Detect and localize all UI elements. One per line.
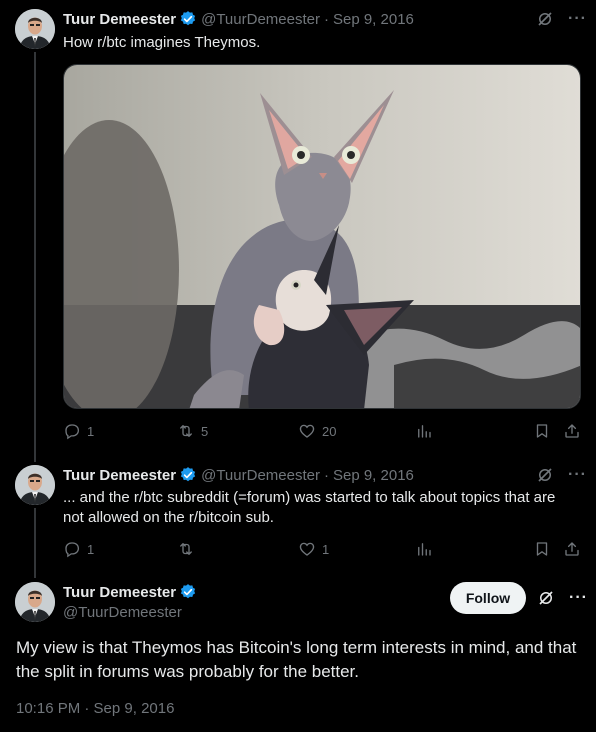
bookmark-button[interactable] xyxy=(533,422,551,440)
tweet-text: How r/btc imagines Theymos. xyxy=(63,34,261,51)
share-icon xyxy=(565,424,579,438)
reply-icon xyxy=(65,542,80,558)
share-icon xyxy=(565,542,579,556)
tweet-text-line: ... and the r/btc subreddit (=forum) was… xyxy=(63,489,556,506)
tweet-text-line: not allowed on the r/bitcoin sub. xyxy=(63,509,274,526)
verified-badge-icon xyxy=(180,467,196,482)
author-handle[interactable]: @TuurDemeester xyxy=(201,467,320,484)
bookmark-icon xyxy=(536,424,548,438)
avatar[interactable] xyxy=(15,582,55,622)
reply-button[interactable]: 1 xyxy=(63,540,94,558)
grok-icon[interactable] xyxy=(537,589,555,607)
like-icon xyxy=(299,542,315,556)
tweet-date[interactable]: Sep 9, 2016 xyxy=(333,467,414,484)
repost-count: 5 xyxy=(201,423,209,439)
like-icon xyxy=(299,424,315,438)
author-handle[interactable]: @TuurDemeester xyxy=(63,604,182,621)
author-name[interactable]: Tuur Demeester xyxy=(63,11,176,28)
author-handle[interactable]: @TuurDemeester xyxy=(201,11,320,28)
separator: · xyxy=(323,10,329,28)
tweet-actions: 1 1 xyxy=(63,540,581,560)
tweet-actions: 1 5 20 xyxy=(63,422,581,442)
reply-count: 1 xyxy=(87,423,95,439)
like-button[interactable]: 20 xyxy=(298,422,336,440)
share-button[interactable] xyxy=(563,540,581,558)
thread-line xyxy=(34,508,36,578)
grok-icon[interactable] xyxy=(536,10,554,28)
avatar[interactable] xyxy=(15,465,55,505)
follow-button[interactable]: Follow xyxy=(450,582,526,614)
author-name[interactable]: Tuur Demeester xyxy=(63,467,176,484)
avatar[interactable] xyxy=(15,9,55,49)
more-icon[interactable]: ··· xyxy=(569,590,588,606)
repost-button[interactable] xyxy=(177,540,201,558)
main-tweet-text: My view is that Theymos has Bitcoin's lo… xyxy=(16,638,577,681)
author-name[interactable]: Tuur Demeester xyxy=(63,584,176,601)
separator: · xyxy=(323,466,329,484)
like-button[interactable]: 1 xyxy=(298,540,329,558)
repost-icon xyxy=(180,543,192,555)
bookmark-icon xyxy=(536,542,548,556)
tweet-text: ... and the r/btc subreddit (=forum) was… xyxy=(63,488,583,528)
more-icon[interactable]: ··· xyxy=(568,467,587,483)
reply-count: 1 xyxy=(87,541,95,557)
repost-button[interactable]: 5 xyxy=(177,422,208,440)
verified-badge-icon xyxy=(180,584,196,599)
verified-badge-icon xyxy=(180,11,196,26)
share-button[interactable] xyxy=(563,422,581,440)
tweet-date[interactable]: Sep 9, 2016 xyxy=(333,11,414,28)
thread-line xyxy=(34,52,36,462)
views-button[interactable] xyxy=(415,540,433,558)
views-button[interactable] xyxy=(415,422,433,440)
more-icon[interactable]: ··· xyxy=(568,11,587,27)
views-icon xyxy=(418,543,431,556)
bookmark-button[interactable] xyxy=(533,540,551,558)
repost-icon xyxy=(180,425,192,437)
like-count: 1 xyxy=(322,541,330,557)
main-tweet-timestamp[interactable]: 10:16 PM · Sep 9, 2016 xyxy=(16,700,174,717)
grok-icon[interactable] xyxy=(536,466,554,484)
tweet-photo[interactable] xyxy=(63,64,581,409)
like-count: 20 xyxy=(322,423,337,439)
views-icon xyxy=(418,425,431,438)
reply-button[interactable]: 1 xyxy=(63,422,94,440)
reply-icon xyxy=(65,424,80,440)
